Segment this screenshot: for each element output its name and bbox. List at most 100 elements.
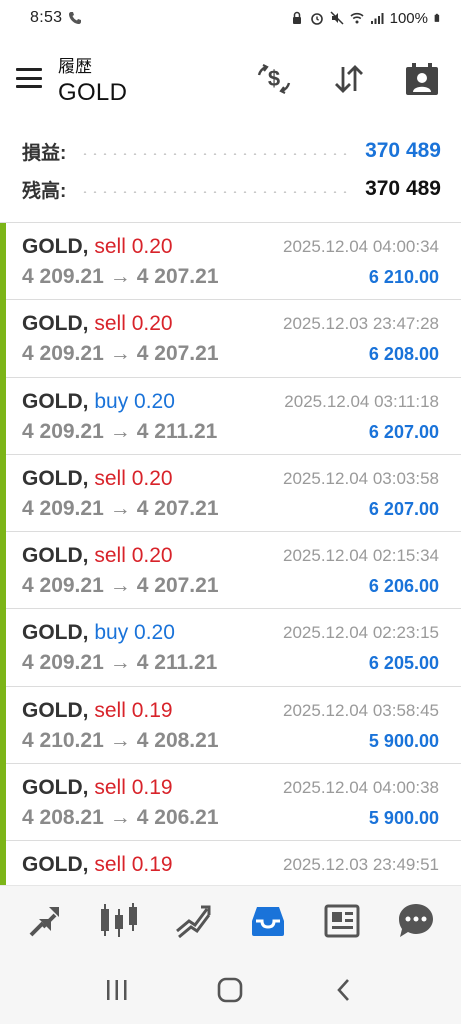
balance-label: 残高: xyxy=(22,180,67,202)
deal-close-price: 4 207.21 xyxy=(136,265,219,288)
deal-close-price: 4 211.21 xyxy=(136,419,218,443)
deal-row[interactable]: GOLD, sell 0.19 4 210.21 → 4 208.21 2025.1… xyxy=(0,686,461,765)
arrow-right-icon: → xyxy=(109,806,131,830)
deal-symbol: GOLD, xyxy=(22,312,89,336)
recent-apps-button[interactable] xyxy=(97,970,137,1010)
deal-volume: 0.20 xyxy=(131,544,173,568)
nav-history[interactable] xyxy=(246,899,290,943)
deal-time: 2025.12.04 03:11:18 xyxy=(284,391,439,411)
deal-time: 2025.12.04 02:23:15 xyxy=(283,623,439,643)
deal-close-price: 4 208.21 xyxy=(136,728,219,752)
deal-row[interactable]: GOLD, buy 0.20 4 209.21 → 4 211.21 2025.12… xyxy=(0,377,461,456)
nav-trade[interactable] xyxy=(171,899,215,943)
app-toolbar: 履歴 GOLD $ xyxy=(0,44,461,116)
deal-time: 2025.12.04 02:15:34 xyxy=(283,546,439,566)
page-title: GOLD xyxy=(58,79,128,106)
deal-profit: 6 205.00 xyxy=(368,653,439,674)
arrow-right-icon: → xyxy=(109,728,131,752)
deal-volume: 0.20 xyxy=(131,235,173,258)
deal-row[interactable]: GOLD, buy 0.20 4 209.21 → 4 211.21 2025.12… xyxy=(0,609,461,688)
deal-profit: 6 210.00 xyxy=(368,267,439,287)
candlestick-icon xyxy=(101,902,138,937)
deal-time: 2025.12.04 04:00:38 xyxy=(283,778,439,798)
deal-time: 2025.12.04 03:03:58 xyxy=(283,468,439,488)
deal-time: 2025.12.04 04:00:34 xyxy=(283,237,439,256)
deal-side: sell xyxy=(94,776,126,800)
battery-percent: 100% xyxy=(389,9,428,27)
sort-icon[interactable] xyxy=(331,61,367,97)
deal-open-price: 4 210.21 xyxy=(22,728,104,752)
deal-profit: 6 207.00 xyxy=(368,421,439,442)
balance-row: 残高: 370 489 xyxy=(22,172,441,206)
deal-volume: 0.20 xyxy=(131,312,173,336)
deal-close-price: 4 207.21 xyxy=(136,342,219,366)
arrow-right-icon: → xyxy=(109,342,131,366)
deal-volume: 0.19 xyxy=(131,853,173,877)
deal-symbol: GOLD, xyxy=(22,698,89,722)
alarm-icon xyxy=(310,13,323,25)
dotted-leader xyxy=(80,191,352,193)
deal-row[interactable]: GOLD, sell 0.20 4 209.21 → 4 207.21 2025.1… xyxy=(0,532,461,610)
deal-symbol: GOLD, xyxy=(22,621,89,645)
deal-symbol: GOLD, xyxy=(22,389,89,413)
arrow-right-icon: → xyxy=(109,574,131,598)
deals-list[interactable]: GOLD, sell 0.20 4 209.21 → 4 207.21 2025.1… xyxy=(0,223,461,885)
nav-news[interactable] xyxy=(320,899,364,943)
balance-value: 370 489 xyxy=(365,177,441,200)
signal-icon xyxy=(370,13,384,24)
deal-volume: 0.20 xyxy=(131,466,173,490)
dotted-leader xyxy=(80,153,352,155)
deal-symbol: GOLD, xyxy=(22,544,89,568)
newspaper-icon xyxy=(324,904,360,937)
calendar-icon[interactable] xyxy=(404,61,440,97)
deal-volume: 0.20 xyxy=(134,621,175,645)
deal-time: 2025.12.03 23:49:51 xyxy=(283,855,439,875)
profit-row: 損益: 370 489 xyxy=(22,134,441,168)
arrow-right-icon: → xyxy=(109,651,131,675)
deal-row[interactable]: GOLD, sell 0.20 4 209.21 → 4 207.21 2025.1… xyxy=(0,454,461,533)
deal-open-price: 4 209.21 xyxy=(22,496,104,520)
deal-close-price: 4 206.21 xyxy=(136,806,219,830)
deal-profit: 5 900.00 xyxy=(368,730,439,751)
menu-icon[interactable] xyxy=(16,68,42,88)
recent-apps-icon xyxy=(106,979,127,1000)
bottom-nav xyxy=(0,885,461,955)
battery-icon xyxy=(434,13,440,22)
back-button[interactable] xyxy=(324,970,364,1010)
nav-chart[interactable] xyxy=(97,899,141,943)
quotes-arrows-icon xyxy=(29,906,60,936)
deal-row[interactable]: GOLD, sell 0.19 4 208.21 → 4 206.21 2025.1… xyxy=(0,764,461,842)
deal-side: sell xyxy=(94,544,126,568)
wifi-icon xyxy=(350,12,364,24)
status-bar: 8:53 100% xyxy=(0,0,461,36)
deal-close-price: 4 211.21 xyxy=(136,651,218,675)
deal-row[interactable]: GOLD, sell 0.19 2025.12.03 23:49:51 xyxy=(0,841,461,885)
deal-row[interactable]: GOLD, sell 0.20 4 209.21 → 4 207.21 2025.1… xyxy=(0,223,461,301)
mute-icon xyxy=(330,11,344,25)
page-title-block: 履歴 GOLD xyxy=(58,52,127,107)
arrow-right-icon: → xyxy=(109,265,131,288)
home-button[interactable] xyxy=(210,970,250,1010)
trend-icon xyxy=(176,905,211,938)
nav-quotes[interactable] xyxy=(23,899,67,943)
deal-side: sell xyxy=(94,312,126,336)
deal-symbol: GOLD, xyxy=(22,235,89,258)
svg-text:$: $ xyxy=(268,66,280,91)
deal-side: sell xyxy=(94,466,126,490)
currency-exchange-icon[interactable]: $ xyxy=(256,61,292,97)
summary-panel: 損益: 370 489 残高: 370 489 xyxy=(0,134,461,222)
home-icon xyxy=(218,977,243,1002)
deal-profit: 5 900.00 xyxy=(368,808,439,829)
chat-bubble-icon xyxy=(398,903,433,937)
deal-open-price: 4 209.21 xyxy=(22,419,104,443)
nav-chat[interactable] xyxy=(394,899,438,943)
deal-row[interactable]: GOLD, sell 0.20 4 209.21 → 4 207.21 2025.1… xyxy=(0,300,461,378)
deal-profit: 6 207.00 xyxy=(368,498,439,519)
deal-profit: 6 206.00 xyxy=(368,576,439,597)
deal-symbol: GOLD, xyxy=(22,776,89,800)
lock-icon xyxy=(292,11,301,24)
inbox-icon xyxy=(251,906,284,936)
deal-open-price: 4 209.21 xyxy=(22,574,104,598)
deal-symbol: GOLD, xyxy=(22,853,89,877)
deal-volume: 0.19 xyxy=(131,776,173,800)
